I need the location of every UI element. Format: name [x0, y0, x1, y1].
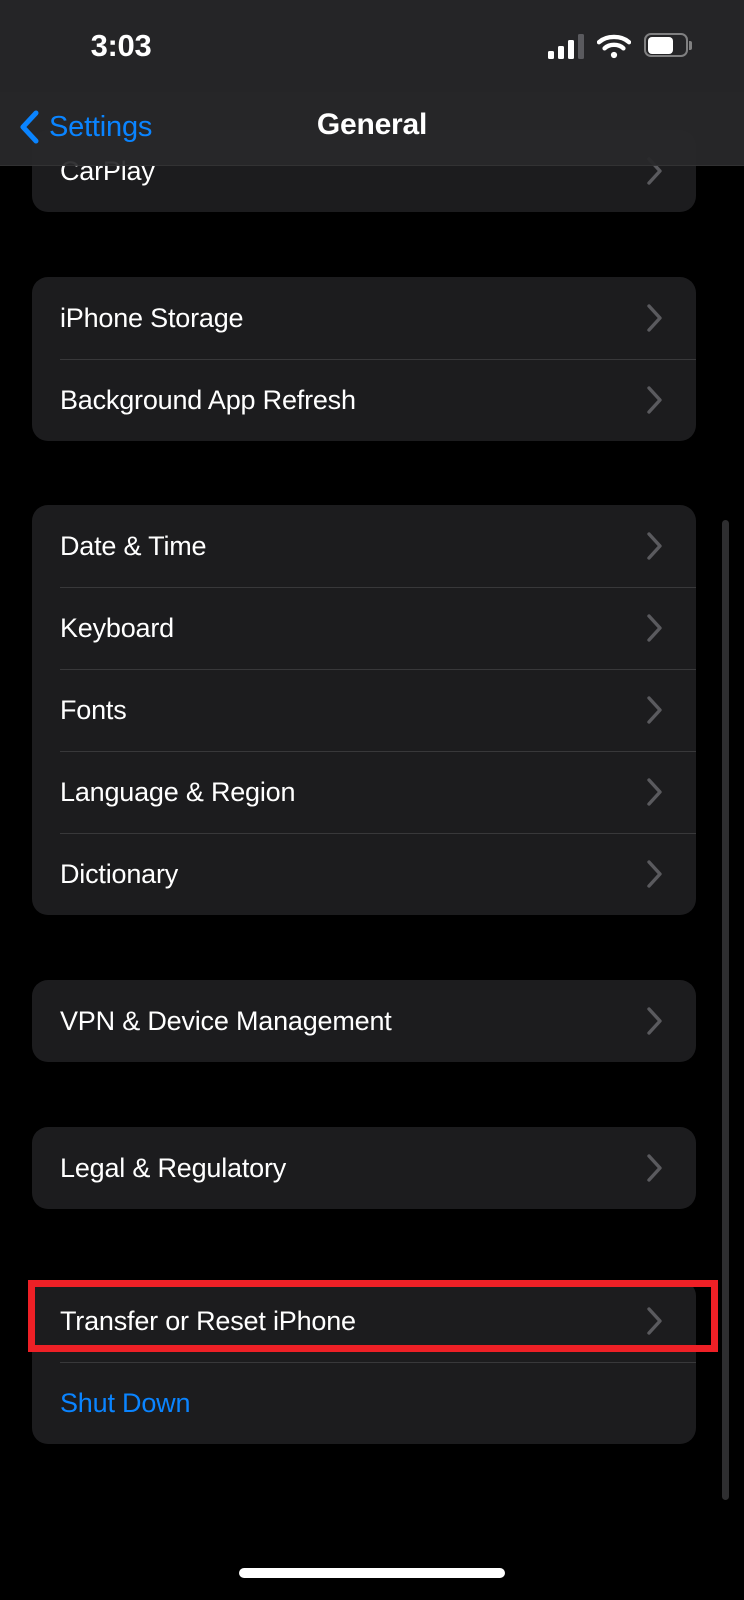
list-item-label: Legal & Regulatory — [60, 1152, 287, 1183]
vertical-scrollbar[interactable] — [722, 520, 729, 1500]
list-item[interactable]: Date & Time — [32, 505, 696, 587]
nav-bar-hairline — [0, 165, 744, 166]
list-item[interactable]: Fonts — [32, 669, 696, 751]
list-item-label: Keyboard — [60, 612, 174, 643]
chevron-right-icon — [646, 303, 664, 333]
list-item[interactable]: Dictionary — [32, 833, 696, 915]
list-item-label: VPN & Device Management — [60, 1005, 392, 1036]
list-item-label: Date & Time — [60, 530, 207, 561]
list-item-label: iPhone Storage — [60, 302, 244, 333]
chevron-right-icon — [646, 613, 664, 643]
list-item[interactable]: Language & Region — [32, 751, 696, 833]
cellular-bars-icon — [548, 33, 584, 59]
list-item[interactable]: Legal & Regulatory — [32, 1127, 696, 1209]
home-indicator — [239, 1568, 505, 1578]
list-item[interactable]: Background App Refresh — [32, 359, 696, 441]
chevron-right-icon — [646, 1006, 664, 1036]
list-item-label: Shut Down — [60, 1387, 191, 1418]
chevron-right-icon — [646, 385, 664, 415]
chevron-right-icon — [646, 859, 664, 889]
list-item-label: Transfer or Reset iPhone — [60, 1305, 356, 1336]
list-item-label: Fonts — [60, 694, 127, 725]
storage-group: iPhone Storage Background App Refresh — [32, 277, 696, 441]
chevron-right-icon — [646, 1306, 664, 1336]
legal-group: Legal & Regulatory — [32, 1127, 696, 1209]
list-item[interactable]: Keyboard — [32, 587, 696, 669]
reset-group: Transfer or Reset iPhone Shut Down — [32, 1280, 696, 1444]
list-item[interactable]: Transfer or Reset iPhone — [32, 1280, 696, 1362]
list-item-label: Dictionary — [60, 858, 179, 889]
chevron-right-icon — [646, 777, 664, 807]
battery-icon — [644, 33, 692, 59]
page-title: General — [316, 108, 428, 141]
chevron-right-icon — [646, 531, 664, 561]
settings-scroll-area[interactable]: CarPlay iPhone Storage Background App Refr… — [0, 0, 744, 1600]
status-bar: 3:03 — [0, 0, 744, 92]
wifi-icon — [597, 34, 631, 59]
localization-group: Date & Time Keyboard Fonts Language & Regio… — [32, 505, 696, 915]
list-item[interactable]: VPN & Device Management — [32, 980, 696, 1062]
list-item[interactable]: Shut Down — [32, 1362, 696, 1444]
chevron-right-icon — [646, 1153, 664, 1183]
list-item-label: Language & Region — [60, 776, 296, 807]
list-item[interactable]: iPhone Storage — [32, 277, 696, 359]
list-item-label: Background App Refresh — [60, 384, 356, 415]
chevron-right-icon — [646, 695, 664, 725]
iphone-settings-general-screen: CarPlay iPhone Storage Background App Refr… — [0, 0, 744, 1600]
status-bar-icons — [548, 28, 692, 64]
status-bar-clock: 3:03 — [90, 28, 152, 63]
vpn-group: VPN & Device Management — [32, 980, 696, 1062]
